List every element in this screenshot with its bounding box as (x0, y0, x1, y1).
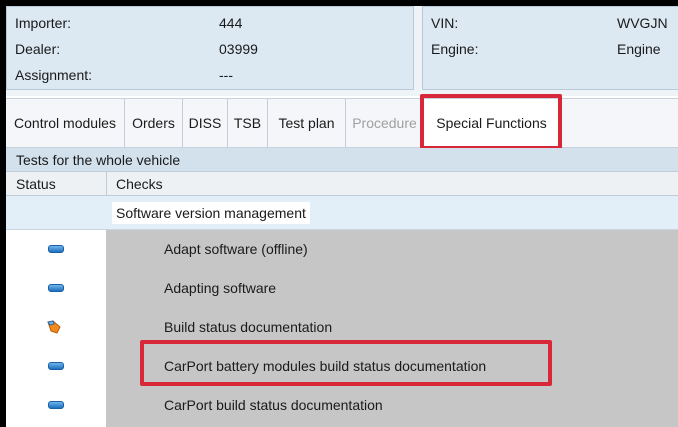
engine-value: Engine (617, 41, 661, 57)
tab-test-plan[interactable]: Test plan (268, 99, 346, 147)
importer-value: 444 (219, 15, 243, 31)
tab-diss[interactable]: DISS (183, 99, 228, 147)
dealer-value: 03999 (219, 41, 258, 57)
blue-dash-icon (48, 401, 64, 409)
column-divider (106, 172, 107, 196)
blue-dash-icon (48, 362, 64, 370)
vehicle-info-panel: Importer: 444 Dealer: 03999 Assignment: … (6, 6, 678, 96)
blue-dash-icon (48, 245, 64, 253)
list-item[interactable]: CarPort build status documentation (6, 386, 678, 424)
checks-column-header: Checks (116, 176, 163, 192)
assignment-value: --- (219, 67, 233, 83)
tab-orders[interactable]: Orders (125, 99, 183, 147)
tab-procedure[interactable]: Procedure (346, 99, 424, 147)
vin-label: VIN: (431, 15, 459, 31)
checks-list: Adapt software (offline) Adapting softwa… (6, 230, 678, 427)
status-column-header: Status (16, 176, 56, 192)
check-label: Adapt software (offline) (164, 241, 308, 257)
tab-control-modules[interactable]: Control modules (6, 99, 125, 147)
diagnostic-window: Importer: 444 Dealer: 03999 Assignment: … (6, 6, 678, 427)
tab-tsb[interactable]: TSB (228, 99, 268, 147)
group-row[interactable]: Software version management (6, 196, 678, 230)
section-title: Tests for the whole vehicle (6, 148, 678, 172)
list-item[interactable]: Adapt software (offline) (6, 230, 678, 268)
vin-value: WVGJN (617, 15, 668, 31)
check-label: CarPort build status documentation (164, 397, 383, 413)
orange-hand-icon (46, 319, 62, 338)
group-label: Software version management (112, 202, 310, 224)
importer-label: Importer: (15, 15, 72, 31)
highlight-box-special-functions (420, 94, 562, 150)
list-item[interactable]: Adapting software (6, 269, 678, 307)
dealer-label: Dealer: (15, 41, 61, 57)
blue-dash-icon (48, 284, 64, 292)
tab-bar: Control modules Orders DISS TSB Test pla… (6, 98, 678, 148)
assignment-label: Assignment: (15, 67, 93, 83)
table-header: Status Checks (6, 172, 678, 196)
engine-label: Engine: (431, 41, 479, 57)
dealer-info-box: Importer: 444 Dealer: 03999 Assignment: … (6, 6, 414, 90)
highlight-box-carport-battery (140, 340, 552, 386)
check-label: Adapting software (164, 280, 277, 296)
vehicle-info-box: VIN: WVGJN Engine: Engine (422, 6, 678, 90)
